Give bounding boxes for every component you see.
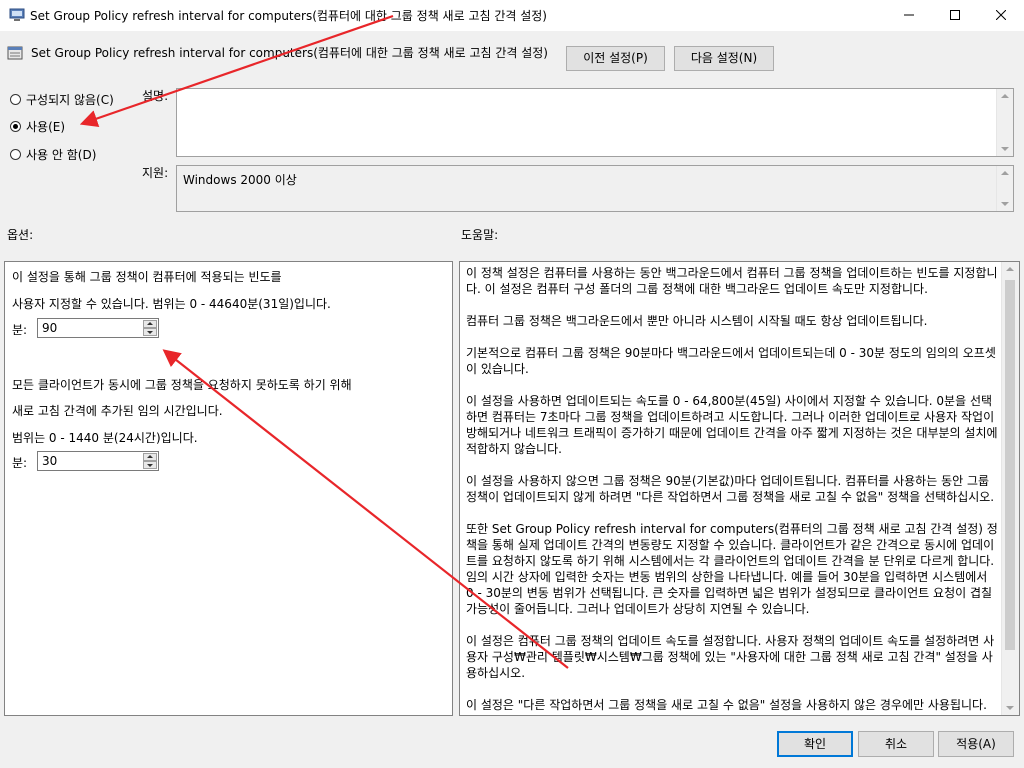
- radio-circle: [10, 120, 21, 132]
- options-panel: 이 설정을 통해 그룹 정책이 컴퓨터에 적용되는 빈도를 사용자 지정할 수 …: [4, 261, 453, 716]
- supported-label: 지원:: [142, 166, 169, 180]
- help-paragraph: 이 정책 설정은 컴퓨터를 사용하는 동안 백그라운드에서 컴퓨터 그룹 정책을…: [466, 266, 998, 296]
- close-button[interactable]: [978, 0, 1024, 31]
- random-offset-value[interactable]: 30: [42, 454, 57, 468]
- help-paragraph: 이 설정을 사용하지 않으면 그룹 정책은 90분(기본값)마다 업데이트됩니다…: [466, 474, 995, 504]
- comment-textarea[interactable]: [176, 88, 1014, 157]
- scroll-up-icon[interactable]: [1001, 94, 1009, 98]
- help-paragraph: 이 설정은 "다른 작업하면서 그룹 정책을 새로 고칠 수 없음" 설정을 사…: [466, 698, 987, 712]
- spin-buttons[interactable]: [143, 320, 157, 336]
- cancel-button[interactable]: 취소: [858, 731, 934, 757]
- scroll-up-icon[interactable]: [1006, 267, 1014, 271]
- radio-label: 구성되지 않음(C): [26, 92, 114, 107]
- spin-up-icon[interactable]: [143, 320, 157, 328]
- spin-down-icon[interactable]: [143, 328, 157, 336]
- scroll-down-icon[interactable]: [1006, 706, 1014, 710]
- minimize-button[interactable]: [886, 0, 932, 31]
- random-offset-spinbox[interactable]: 30: [37, 451, 159, 471]
- options-text: 이 설정을 통해 그룹 정책이 컴퓨터에 적용되는 빈도를: [12, 270, 282, 284]
- maximize-icon: [950, 10, 960, 20]
- maximize-button[interactable]: [932, 0, 978, 31]
- previous-setting-button[interactable]: 이전 설정(P): [566, 46, 665, 71]
- options-text: 범위는 0 - 1440 분(24시간)입니다.: [12, 431, 198, 445]
- close-icon: [996, 10, 1006, 20]
- options-label: 옵션:: [7, 228, 34, 242]
- minimize-icon: [904, 14, 914, 16]
- help-label: 도움말:: [461, 228, 499, 242]
- radio-label: 사용 안 함(D): [26, 147, 97, 162]
- scrollbar-thumb[interactable]: [1005, 280, 1015, 650]
- comment-scrollbar[interactable]: [996, 89, 1013, 156]
- help-paragraph: 이 설정은 컴퓨터 그룹 정책의 업데이트 속도를 설정합니다. 사용자 정책의…: [466, 634, 995, 680]
- comment-label: 설명:: [142, 89, 169, 103]
- help-text: 이 정책 설정은 컴퓨터를 사용하는 동안 백그라운드에서 컴퓨터 그룹 정책을…: [466, 265, 998, 715]
- help-paragraph: 컴퓨터 그룹 정책은 백그라운드에서 뿐만 아니라 시스템이 시작될 때도 항상…: [466, 314, 928, 328]
- radio-disabled[interactable]: 사용 안 함(D): [10, 145, 96, 163]
- radio-label: 사용(E): [26, 119, 66, 134]
- radio-not-configured[interactable]: 구성되지 않음(C): [10, 90, 114, 108]
- radio-enabled[interactable]: 사용(E): [10, 117, 65, 135]
- help-scrollbar[interactable]: [1001, 262, 1019, 715]
- minutes-label: 분:: [12, 456, 28, 470]
- radio-circle: [10, 148, 21, 160]
- ok-button[interactable]: 확인: [777, 731, 853, 757]
- supported-scrollbar[interactable]: [996, 166, 1013, 211]
- options-text: 모든 클라이언트가 동시에 그룹 정책을 요청하지 못하도록 하기 위해: [12, 378, 352, 392]
- radio-circle: [10, 93, 21, 105]
- window-title: Set Group Policy refresh interval for co…: [30, 9, 547, 23]
- refresh-interval-spinbox[interactable]: 90: [37, 318, 159, 338]
- help-paragraph: 이 설정을 사용하면 업데이트되는 속도를 0 - 64,800분(45일) 사…: [466, 394, 998, 456]
- options-text: 새로 고침 간격에 추가된 임의 시간입니다.: [12, 404, 223, 418]
- supported-value: Windows 2000 이상: [183, 173, 297, 187]
- minutes-label: 분:: [12, 323, 28, 337]
- scroll-down-icon[interactable]: [1001, 147, 1009, 151]
- spin-up-icon[interactable]: [143, 453, 157, 461]
- options-text: 사용자 지정할 수 있습니다. 범위는 0 - 44640분(31일)입니다.: [12, 297, 331, 311]
- policy-title: Set Group Policy refresh interval for co…: [31, 46, 548, 60]
- scroll-down-icon[interactable]: [1001, 202, 1009, 206]
- refresh-interval-value[interactable]: 90: [42, 321, 57, 335]
- spin-buttons[interactable]: [143, 453, 157, 469]
- help-paragraph: 기본적으로 컴퓨터 그룹 정책은 90분마다 백그라운드에서 업데이트되는데 0…: [466, 346, 996, 376]
- apply-button[interactable]: 적용(A): [938, 731, 1014, 757]
- policy-setting-icon: [7, 46, 23, 60]
- spin-down-icon[interactable]: [143, 461, 157, 469]
- title-bar: Set Group Policy refresh interval for co…: [0, 0, 1024, 31]
- policy-window-icon: [9, 8, 25, 21]
- supported-field: Windows 2000 이상: [176, 165, 1014, 212]
- help-paragraph: 또한 Set Group Policy refresh interval for…: [466, 522, 998, 616]
- help-panel: 이 정책 설정은 컴퓨터를 사용하는 동안 백그라운드에서 컴퓨터 그룹 정책을…: [459, 261, 1020, 716]
- next-setting-button[interactable]: 다음 설정(N): [674, 46, 774, 71]
- scroll-up-icon[interactable]: [1001, 171, 1009, 175]
